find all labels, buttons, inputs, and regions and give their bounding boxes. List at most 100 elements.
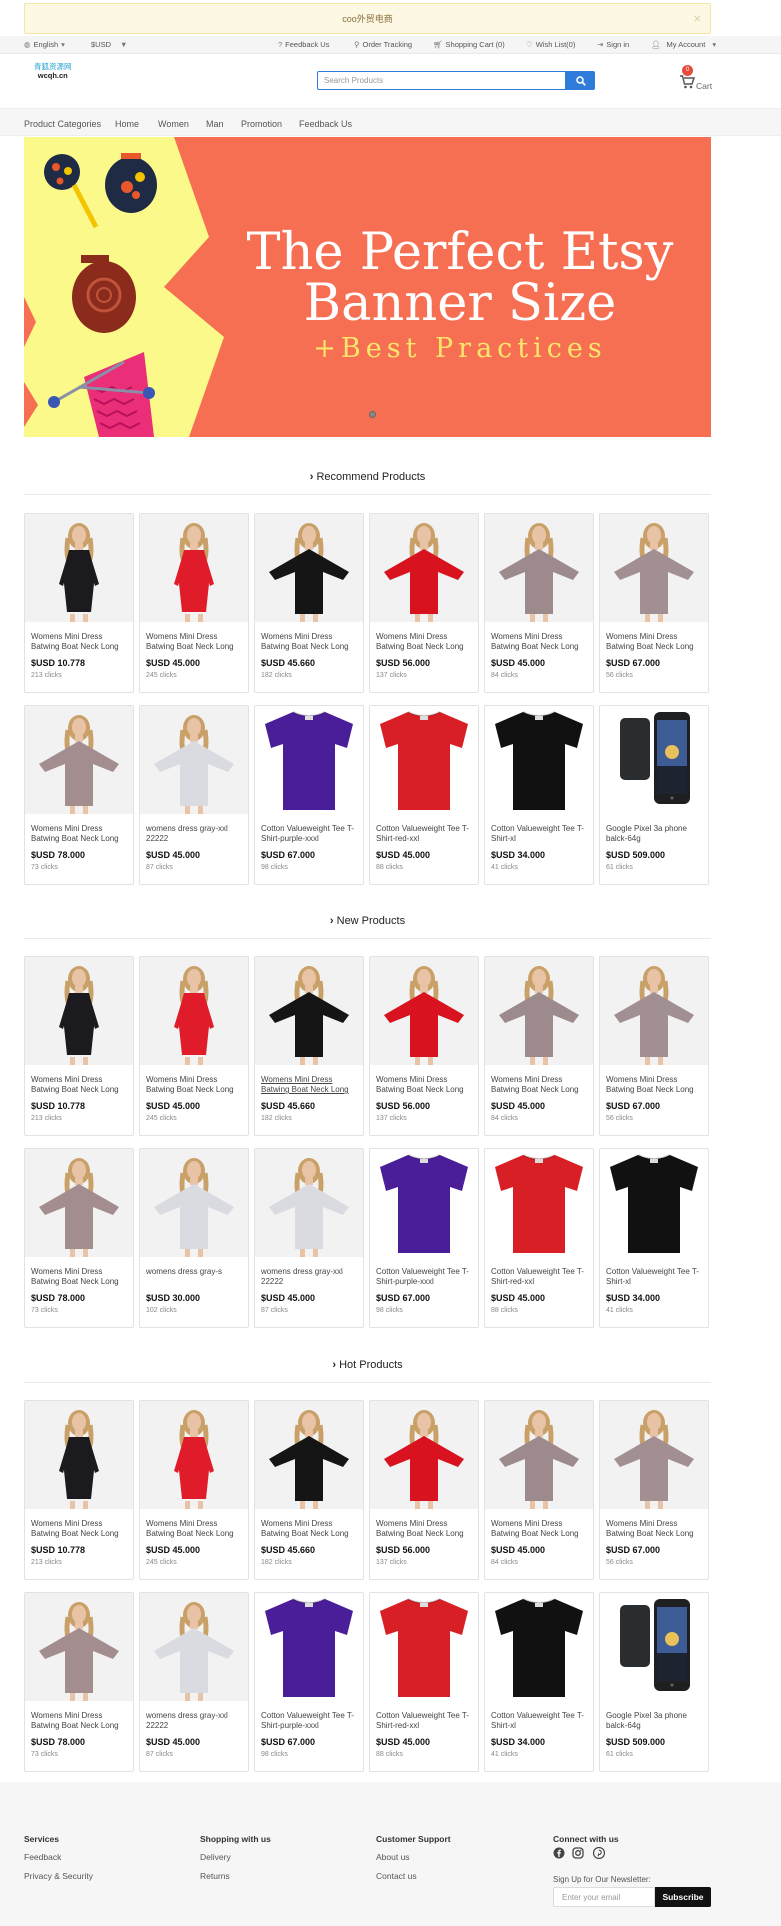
product-image[interactable]	[140, 1593, 248, 1701]
product-title[interactable]: Womens Mini Dress Batwing Boat Neck Long	[146, 632, 244, 652]
product-card[interactable]: Cotton Valueweight Tee T-Shirt-purple-xx…	[369, 1148, 479, 1328]
product-card[interactable]: Cotton Valueweight Tee T-Shirt-red-xxl $U…	[369, 1592, 479, 1772]
product-image[interactable]	[600, 706, 708, 814]
footer-link-feedback[interactable]: Feedback	[24, 1852, 61, 1862]
product-image[interactable]	[370, 1149, 478, 1257]
hero-banner[interactable]: The Perfect Etsy Banner Size +Best Pract…	[24, 137, 711, 437]
product-image[interactable]	[25, 706, 133, 814]
product-image[interactable]	[600, 514, 708, 622]
footer-link-returns[interactable]: Returns	[200, 1871, 230, 1881]
product-card[interactable]: Womens Mini Dress Batwing Boat Neck Long…	[139, 1400, 249, 1580]
search-input[interactable]: Search Products	[317, 71, 566, 90]
product-card[interactable]: Womens Mini Dress Batwing Boat Neck Long…	[254, 1400, 364, 1580]
product-card[interactable]: womens dress gray-xxl 22222 $USD 45.000 87…	[139, 705, 249, 885]
product-image[interactable]	[25, 1149, 133, 1257]
site-logo[interactable]: 青狐资源网 wcqh.cn	[34, 62, 72, 80]
product-title[interactable]: Womens Mini Dress Batwing Boat Neck Long	[31, 632, 129, 652]
product-title[interactable]: Cotton Valueweight Tee T-Shirt-red-xxl	[376, 1711, 474, 1731]
product-image[interactable]	[370, 1401, 478, 1509]
product-title[interactable]: Cotton Valueweight Tee T-Shirt-purple-xx…	[261, 824, 359, 844]
product-image[interactable]	[255, 957, 363, 1065]
product-title[interactable]: womens dress gray-xxl 22222	[146, 824, 244, 844]
product-image[interactable]	[140, 514, 248, 622]
product-image[interactable]	[140, 1149, 248, 1257]
footer-link-delivery[interactable]: Delivery	[200, 1852, 231, 1862]
product-card[interactable]: Womens Mini Dress Batwing Boat Neck Long…	[254, 513, 364, 693]
subscribe-button[interactable]: Subscribe	[655, 1887, 711, 1907]
my-account-menu[interactable]: 👤︎ My Account ▾	[651, 40, 716, 49]
product-card[interactable]: Womens Mini Dress Batwing Boat Neck Long…	[139, 956, 249, 1136]
footer-link-about[interactable]: About us	[376, 1852, 410, 1862]
product-card[interactable]: womens dress gray-xxl 22222 $USD 45.000 87…	[254, 1148, 364, 1328]
product-title[interactable]: Womens Mini Dress Batwing Boat Neck Long	[606, 1075, 704, 1095]
product-image[interactable]	[600, 957, 708, 1065]
pinterest-icon[interactable]	[593, 1847, 605, 1859]
product-image[interactable]	[25, 957, 133, 1065]
product-card[interactable]: Womens Mini Dress Batwing Boat Neck Long…	[599, 513, 709, 693]
currency-select[interactable]: $USD ▼	[91, 40, 127, 49]
product-title[interactable]: womens dress gray-s	[146, 1267, 244, 1277]
product-card[interactable]: Womens Mini Dress Batwing Boat Neck Long…	[369, 1400, 479, 1580]
product-image[interactable]	[255, 1149, 363, 1257]
product-card[interactable]: Womens Mini Dress Batwing Boat Neck Long…	[139, 513, 249, 693]
product-title[interactable]: Cotton Valueweight Tee T-Shirt-xl	[491, 824, 589, 844]
product-image[interactable]	[140, 957, 248, 1065]
product-card[interactable]: Womens Mini Dress Batwing Boat Neck Long…	[24, 1148, 134, 1328]
footer-link-privacy[interactable]: Privacy & Security	[24, 1871, 93, 1881]
nav-promotion[interactable]: Promotion	[241, 119, 282, 129]
product-image[interactable]	[485, 1593, 593, 1701]
product-card[interactable]: Womens Mini Dress Batwing Boat Neck Long…	[484, 513, 594, 693]
product-title[interactable]: Womens Mini Dress Batwing Boat Neck Long	[146, 1519, 244, 1539]
product-title[interactable]: Womens Mini Dress Batwing Boat Neck Long	[146, 1075, 244, 1095]
product-title[interactable]: womens dress gray-xxl 22222	[146, 1711, 244, 1731]
product-title[interactable]: Womens Mini Dress Batwing Boat Neck Long	[261, 1519, 359, 1539]
product-card[interactable]: Google Pixel 3a phone balck-64g $USD 509.…	[599, 1592, 709, 1772]
product-card[interactable]: Womens Mini Dress Batwing Boat Neck Long…	[24, 513, 134, 693]
product-card[interactable]: Womens Mini Dress Batwing Boat Neck Long…	[24, 705, 134, 885]
product-title[interactable]: Womens Mini Dress Batwing Boat Neck Long	[31, 824, 129, 844]
product-title[interactable]: Womens Mini Dress Batwing Boat Neck Long	[261, 1075, 359, 1095]
product-title[interactable]: Womens Mini Dress Batwing Boat Neck Long	[606, 632, 704, 652]
nav-feedback-us[interactable]: Feedback Us	[299, 119, 352, 129]
product-card[interactable]: Google Pixel 3a phone balck-64g $USD 509.…	[599, 705, 709, 885]
product-title[interactable]: womens dress gray-xxl 22222	[261, 1267, 359, 1287]
product-card[interactable]: Cotton Valueweight Tee T-Shirt-purple-xx…	[254, 705, 364, 885]
product-card[interactable]: Womens Mini Dress Batwing Boat Neck Long…	[484, 956, 594, 1136]
product-image[interactable]	[485, 1149, 593, 1257]
product-card[interactable]: Womens Mini Dress Batwing Boat Neck Long…	[254, 956, 364, 1136]
cart-button[interactable]: 0 Cart	[678, 65, 713, 93]
product-image[interactable]	[255, 706, 363, 814]
product-card[interactable]: Cotton Valueweight Tee T-Shirt-red-xxl $U…	[484, 1148, 594, 1328]
feedback-link[interactable]: ? Feedback Us	[278, 40, 329, 49]
product-title[interactable]: Cotton Valueweight Tee T-Shirt-purple-xx…	[261, 1711, 359, 1731]
search-button[interactable]	[566, 71, 595, 90]
product-title[interactable]: Womens Mini Dress Batwing Boat Neck Long	[261, 632, 359, 652]
product-image[interactable]	[255, 1593, 363, 1701]
product-image[interactable]	[255, 1401, 363, 1509]
product-title[interactable]: Cotton Valueweight Tee T-Shirt-xl	[606, 1267, 704, 1287]
product-title[interactable]: Womens Mini Dress Batwing Boat Neck Long	[376, 632, 474, 652]
product-title[interactable]: Womens Mini Dress Batwing Boat Neck Long	[491, 1519, 589, 1539]
product-card[interactable]: Cotton Valueweight Tee T-Shirt-xl $USD 34…	[484, 705, 594, 885]
close-icon[interactable]: ×	[693, 11, 701, 26]
product-title[interactable]: Womens Mini Dress Batwing Boat Neck Long	[31, 1711, 129, 1731]
wish-list-link[interactable]: ♡ Wish List(0)	[526, 40, 575, 49]
product-title[interactable]: Cotton Valueweight Tee T-Shirt-red-xxl	[491, 1267, 589, 1287]
instagram-icon[interactable]	[572, 1847, 584, 1859]
nav-home[interactable]: Home	[115, 119, 139, 129]
product-title[interactable]: Google Pixel 3a phone balck-64g	[606, 1711, 704, 1731]
product-card[interactable]: womens dress gray-xxl 22222 $USD 45.000 87…	[139, 1592, 249, 1772]
product-image[interactable]	[140, 1401, 248, 1509]
nav-women[interactable]: Women	[158, 119, 189, 129]
product-card[interactable]: Womens Mini Dress Batwing Boat Neck Long…	[24, 1400, 134, 1580]
product-card[interactable]: Womens Mini Dress Batwing Boat Neck Long…	[24, 1592, 134, 1772]
product-image[interactable]	[370, 706, 478, 814]
shopping-cart-link[interactable]: 🛒︎ Shopping Cart (0)	[433, 40, 505, 49]
product-image[interactable]	[25, 514, 133, 622]
product-title[interactable]: Cotton Valueweight Tee T-Shirt-xl	[491, 1711, 589, 1731]
footer-link-contact[interactable]: Contact us	[376, 1871, 417, 1881]
product-title[interactable]: Google Pixel 3a phone balck-64g	[606, 824, 704, 844]
product-image[interactable]	[370, 1593, 478, 1701]
product-title[interactable]: Cotton Valueweight Tee T-Shirt-red-xxl	[376, 824, 474, 844]
product-title[interactable]: Womens Mini Dress Batwing Boat Neck Long	[606, 1519, 704, 1539]
